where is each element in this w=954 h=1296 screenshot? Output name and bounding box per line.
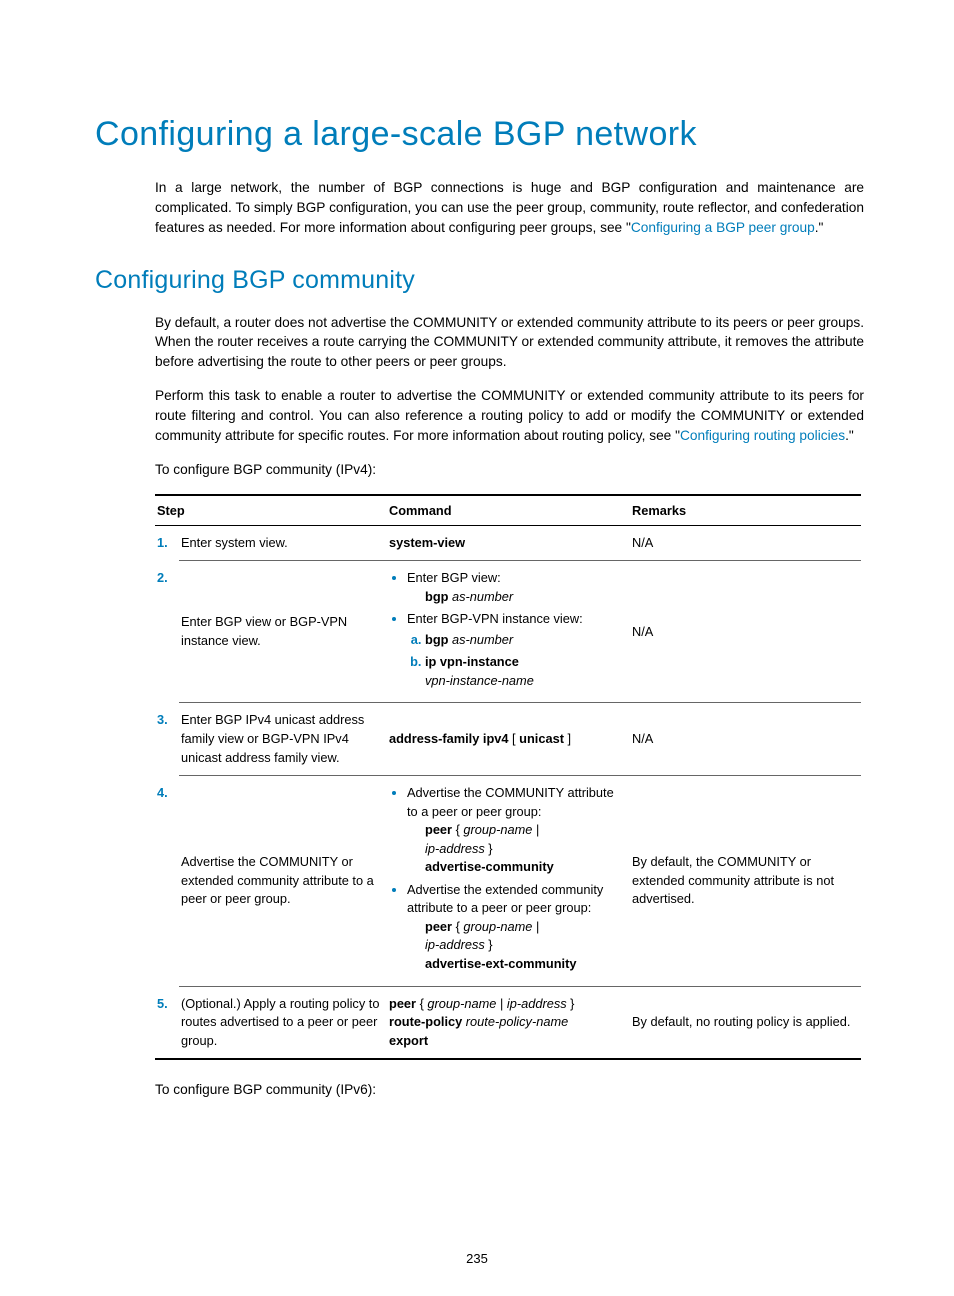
cmd-italic: as-number (452, 632, 513, 647)
step-command: peer { group-name | ip-address } route-p… (387, 986, 630, 1059)
step-command: Advertise the COMMUNITY attribute to a p… (387, 776, 630, 986)
intro-paragraph: In a large network, the number of BGP co… (155, 178, 864, 238)
cmd-bold: peer (425, 822, 452, 837)
table-row: 3. Enter BGP IPv4 unicast address family… (155, 703, 861, 776)
cmd-italic: ip-address (507, 996, 567, 1011)
cmd-plain: { (452, 822, 463, 837)
cmd-plain: | (532, 822, 539, 837)
cmd-italic: ip-address (425, 937, 485, 952)
step-remarks: N/A (630, 561, 861, 703)
paragraph-default-behavior: By default, a router does not advertise … (155, 313, 864, 373)
cmd-bold: ip vpn-instance (425, 654, 519, 669)
cmd-text: Enter BGP-VPN instance view: (407, 611, 583, 626)
cmd-italic: route-policy-name (466, 1014, 568, 1029)
list-item: Advertise the extended community attribu… (407, 881, 624, 974)
cmd-plain: { (416, 996, 427, 1011)
cmd-text: Advertise the COMMUNITY attribute to a p… (407, 785, 614, 819)
list-item: Enter BGP-VPN instance view: bgp as-numb… (407, 610, 624, 690)
cmd-plain: } (485, 937, 493, 952)
cmd-bold: bgp (425, 632, 448, 647)
cmd-bold: export (389, 1033, 428, 1048)
section-title-community: Configuring BGP community (95, 266, 864, 295)
link-configuring-routing-policies[interactable]: Configuring routing policies (680, 428, 845, 443)
cmd-plain: | (496, 996, 506, 1011)
list-item: ip vpn-instance vpn-instance-name (425, 653, 624, 690)
step-description: (Optional.) Apply a routing policy to ro… (179, 986, 387, 1059)
cmd-bold: peer (425, 919, 452, 934)
cmd-text: Enter BGP view: (407, 570, 501, 585)
step-remarks: N/A (630, 525, 861, 561)
list-item: bgp as-number (425, 631, 624, 650)
cmd-bold: address-family ipv4 (389, 731, 509, 746)
table-row: 5. (Optional.) Apply a routing policy to… (155, 986, 861, 1059)
paragraph-task-description: Perform this task to enable a router to … (155, 386, 864, 446)
table-row: 1. Enter system view. system-view N/A (155, 525, 861, 561)
step-number: 5. (155, 986, 179, 1059)
paragraph-ipv6-lead: To configure BGP community (IPv6): (155, 1080, 864, 1100)
cmd-text: Advertise the extended community attribu… (407, 882, 603, 916)
cmd-bold: unicast (519, 731, 564, 746)
step-description: Advertise the COMMUNITY or extended comm… (179, 776, 387, 986)
cmd-bold: route-policy (389, 1014, 462, 1029)
cmd-bold: peer (389, 996, 416, 1011)
cmd-bold: advertise-ext-community (425, 956, 576, 971)
cmd-bold: advertise-community (425, 859, 554, 874)
step-number: 3. (155, 703, 179, 776)
step-number: 4. (155, 776, 179, 986)
paragraph-ipv4-lead: To configure BGP community (IPv4): (155, 460, 864, 480)
step-command: address-family ipv4 [ unicast ] (387, 703, 630, 776)
intro-text-b: ." (815, 220, 824, 235)
cmd-italic: group-name (463, 919, 532, 934)
step-remarks: N/A (630, 703, 861, 776)
link-configuring-peer-group[interactable]: Configuring a BGP peer group (631, 220, 815, 235)
table-row: 4. Advertise the COMMUNITY or extended c… (155, 776, 861, 986)
step-number: 2. (155, 561, 179, 703)
step-description: Enter BGP view or BGP-VPN instance view. (179, 561, 387, 703)
cmd-plain: } (567, 996, 575, 1011)
cmd-bold: bgp (425, 589, 448, 604)
step-description: Enter BGP IPv4 unicast address family vi… (179, 703, 387, 776)
cmd-plain: } (485, 841, 493, 856)
step-command: system-view (387, 525, 630, 561)
steps-table-ipv4: Step Command Remarks 1. Enter system vie… (155, 494, 861, 1061)
p3-text-b: ." (845, 428, 854, 443)
cmd-italic: ip-address (425, 841, 485, 856)
list-item: Advertise the COMMUNITY attribute to a p… (407, 784, 624, 877)
step-remarks: By default, no routing policy is applied… (630, 986, 861, 1059)
cmd-plain: { (452, 919, 463, 934)
header-command: Command (387, 495, 630, 526)
list-item: Enter BGP view: bgp as-number (407, 569, 624, 606)
document-page: Configuring a large-scale BGP network In… (0, 0, 954, 1296)
page-number: 235 (0, 1251, 954, 1266)
header-step: Step (155, 495, 387, 526)
header-remarks: Remarks (630, 495, 861, 526)
cmd-italic: group-name (463, 822, 532, 837)
cmd-italic: vpn-instance-name (425, 673, 534, 688)
cmd-plain: | (532, 919, 539, 934)
cmd-plain: [ (509, 731, 520, 746)
cmd-plain: ] (564, 731, 571, 746)
cmd-italic: group-name (427, 996, 496, 1011)
step-remarks: By default, the COMMUNITY or extended co… (630, 776, 861, 986)
page-title: Configuring a large-scale BGP network (95, 115, 864, 154)
cmd-italic: as-number (452, 589, 513, 604)
step-number: 1. (155, 525, 179, 561)
table-row: 2. Enter BGP view or BGP-VPN instance vi… (155, 561, 861, 703)
step-command: Enter BGP view: bgp as-number Enter BGP-… (387, 561, 630, 703)
step-description: Enter system view. (179, 525, 387, 561)
